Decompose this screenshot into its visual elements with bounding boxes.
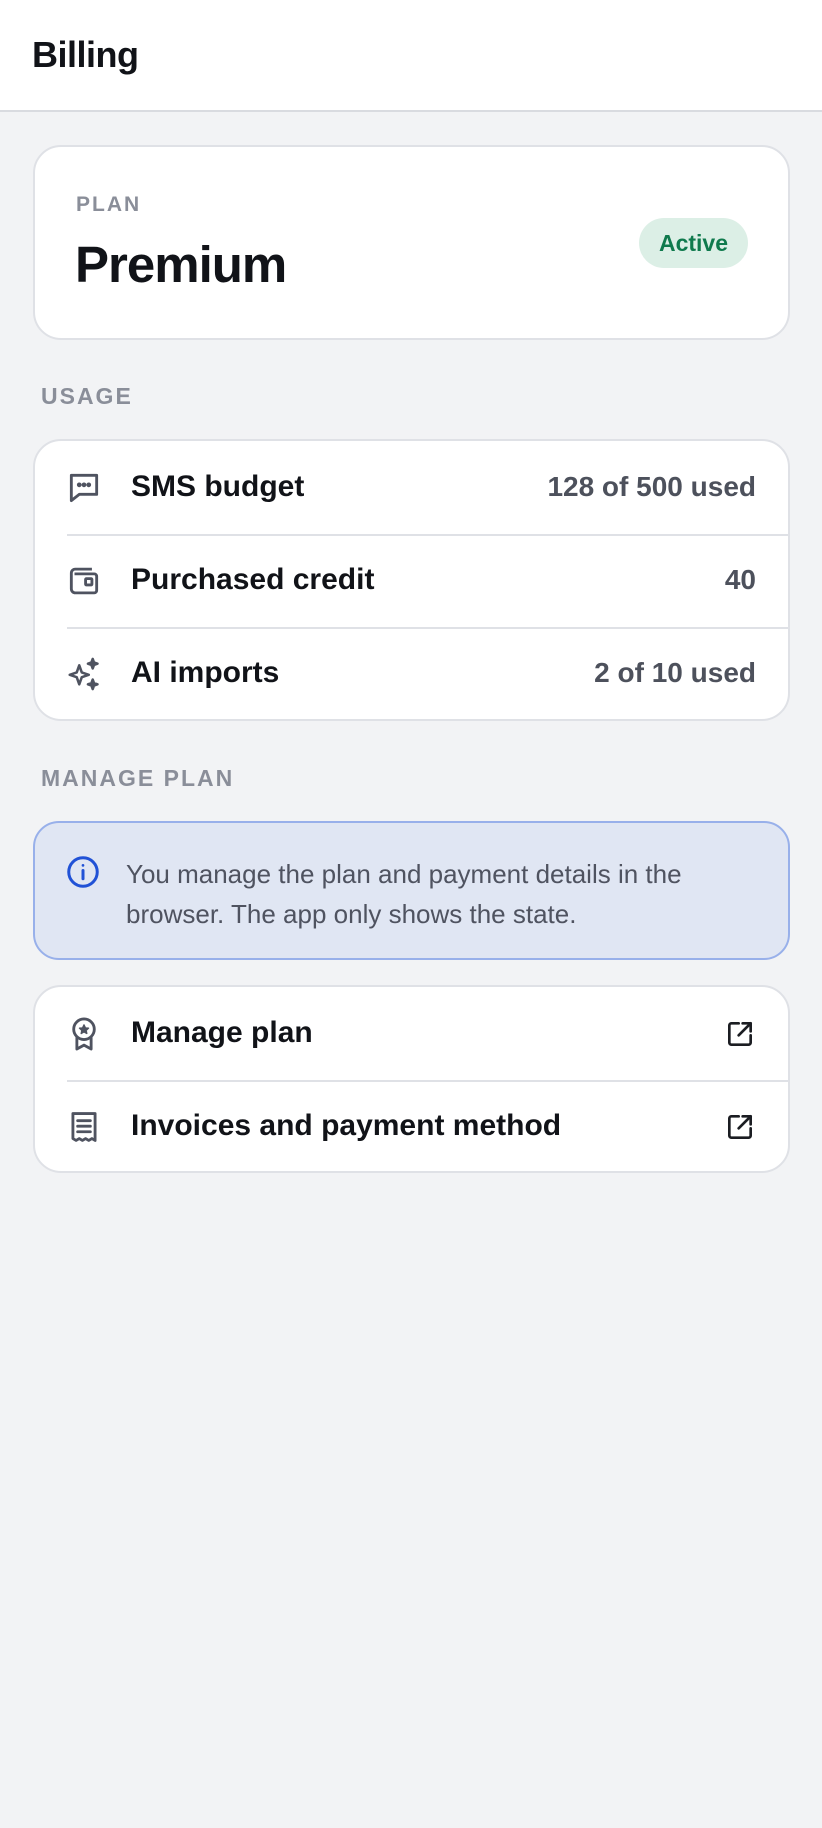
external-link-icon (724, 1018, 756, 1050)
usage-row-label: AI imports (131, 656, 280, 689)
sparkles-icon (65, 655, 103, 693)
manage-links-card: Manage plan Invoices and payment method (33, 985, 790, 1173)
award-icon (65, 1015, 103, 1053)
usage-row-label: Purchased credit (131, 563, 375, 596)
usage-row-value: 2 of 10 used (594, 657, 756, 688)
info-icon (65, 854, 101, 890)
usage-card: SMS budget 128 of 500 used Purchased cre… (33, 439, 790, 721)
usage-row-ai-imports: AI imports 2 of 10 used (35, 627, 788, 720)
plan-card: PLAN Premium Active (33, 145, 790, 340)
usage-section-label: USAGE (41, 383, 133, 409)
usage-row-purchased-credit: Purchased credit 40 (35, 534, 788, 627)
manage-plan-label: Manage plan (131, 1016, 313, 1049)
wallet-icon (65, 562, 103, 600)
info-notice: You manage the plan and payment details … (33, 821, 790, 960)
plan-name: Premium (75, 236, 287, 293)
manage-section-label: MANAGE PLAN (41, 765, 235, 791)
message-icon (65, 469, 103, 507)
manage-plan-link[interactable]: Manage plan (35, 987, 788, 1080)
status-badge: Active (638, 218, 748, 268)
usage-row-value: 40 (724, 564, 756, 595)
usage-row-value: 128 of 500 used (547, 471, 756, 502)
usage-row-label: SMS budget (131, 470, 305, 503)
usage-row-sms-budget: SMS budget 128 of 500 used (35, 441, 788, 534)
plan-label: PLAN (76, 193, 142, 216)
info-text: You manage the plan and payment details … (126, 859, 682, 929)
invoices-payment-link[interactable]: Invoices and payment method (35, 1080, 788, 1173)
app-header: Billing (0, 0, 822, 112)
page-title: Billing (32, 34, 139, 75)
invoices-payment-label: Invoices and payment method (131, 1109, 562, 1142)
receipt-icon (65, 1108, 103, 1146)
external-link-icon (724, 1111, 756, 1143)
